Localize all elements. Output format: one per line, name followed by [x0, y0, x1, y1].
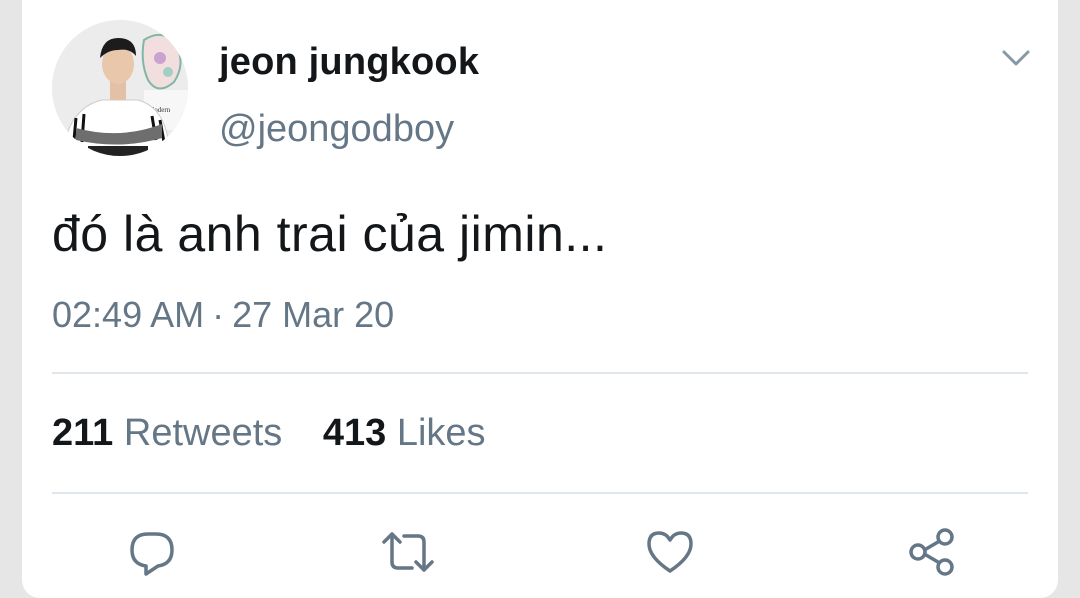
- retweet-icon: [382, 532, 434, 572]
- retweets-count: 211: [52, 412, 114, 454]
- tweet-date: 27 Mar 20: [232, 294, 395, 335]
- likes-stat[interactable]: 413 Likes: [323, 412, 486, 455]
- tweet-stats: 211 Retweets 413 Likes: [52, 412, 486, 455]
- avatar-photo: Modern: [52, 20, 188, 156]
- retweet-button[interactable]: [380, 524, 436, 580]
- tweet-timestamp[interactable]: 02:49 AM · 27 Mar 20: [52, 294, 394, 336]
- share-button[interactable]: [904, 524, 960, 580]
- chevron-down-icon[interactable]: [998, 44, 1034, 72]
- heart-icon: [647, 531, 693, 573]
- tweet-text: đó là anh trai của jimin...: [52, 206, 608, 262]
- like-button[interactable]: [642, 524, 698, 580]
- timestamp-separator: ·: [212, 294, 225, 335]
- tweet-card: Modern jeon jungkook @jeongodboy đó là a…: [22, 0, 1058, 598]
- avatar[interactable]: Modern: [52, 20, 188, 156]
- tweet-time: 02:49 AM: [52, 294, 205, 335]
- likes-label: Likes: [396, 412, 486, 454]
- retweets-label: Retweets: [123, 412, 283, 454]
- divider: [52, 372, 1028, 374]
- retweets-stat[interactable]: 211 Retweets: [52, 412, 282, 455]
- likes-count: 413: [322, 412, 387, 454]
- divider: [52, 492, 1028, 494]
- author-handle[interactable]: @jeongodboy: [219, 108, 454, 151]
- author-name[interactable]: jeon jungkook: [219, 41, 479, 84]
- share-icon: [909, 528, 954, 576]
- reply-button[interactable]: [124, 524, 180, 580]
- reply-icon: [130, 532, 174, 576]
